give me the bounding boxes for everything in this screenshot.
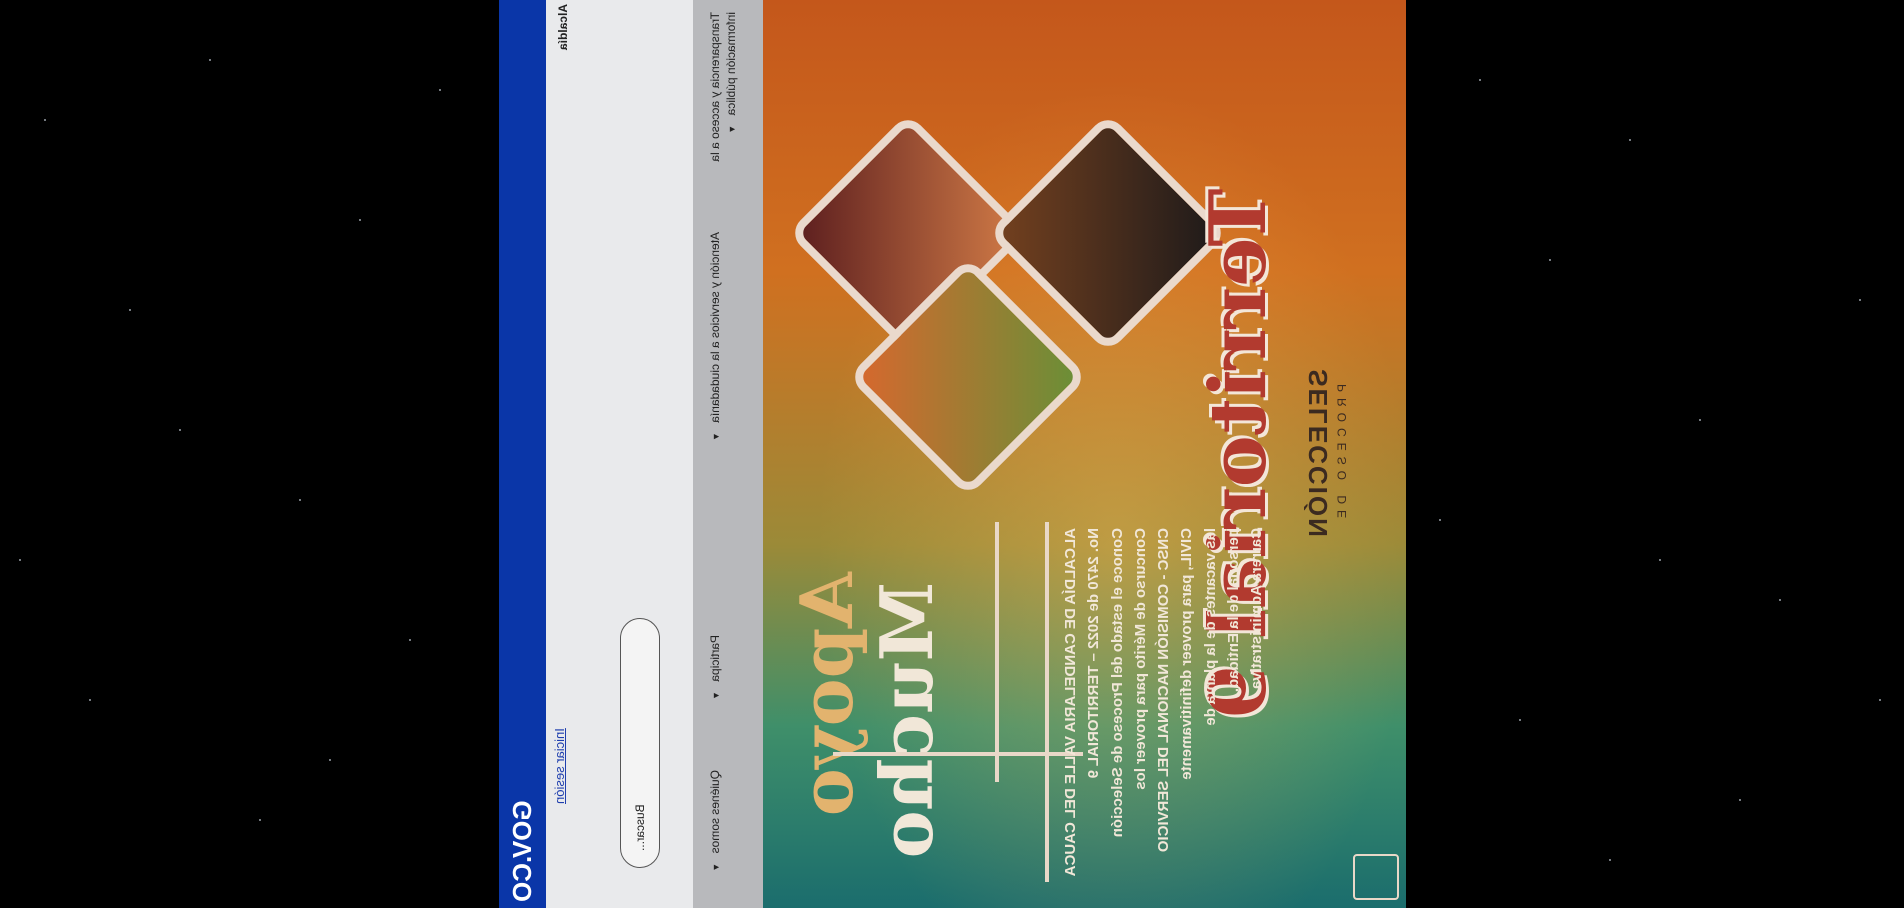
main-nav: Transparencia y acceso a la información … xyxy=(693,0,763,908)
chevron-down-icon: ▼ xyxy=(711,691,721,700)
divider xyxy=(995,522,999,782)
login-link[interactable]: Iniciar sesión xyxy=(552,728,567,804)
banner-line: No. 2470 de 2022 – TERRITORIAL 9 xyxy=(1085,528,1103,779)
chevron-down-icon: ▼ xyxy=(711,432,721,442)
browser-viewport: GOV.CO Alcaldía Iniciar sesión Buscar...… xyxy=(499,0,1406,908)
site-logo[interactable]: Alcaldía xyxy=(556,4,570,50)
banner-line: Concurso de Mérito para proveer los xyxy=(1131,528,1149,790)
nav-item-atencion[interactable]: Atención y servicios a la ciudadanía ▼ xyxy=(707,232,723,472)
banner-line: CIVIL, para proveer definitivamente xyxy=(1178,528,1196,780)
nav-item-participa[interactable]: Participa ▼ xyxy=(707,635,723,700)
divider xyxy=(1045,522,1049,882)
chevron-down-icon: ▼ xyxy=(727,124,738,134)
banner-line: Carrera Administrativa. xyxy=(1248,528,1265,694)
gov-logo[interactable]: GOV.CO xyxy=(507,800,538,902)
nav-item-transparencia[interactable]: Transparencia y acceso a la información … xyxy=(707,12,739,192)
banner-line: personal de la Entidad. xyxy=(1224,528,1242,693)
banner-text-panel: Apoyo Mucho ALCALDÍA DE CANDELARIA VALLE… xyxy=(763,512,1406,908)
gov-top-bar: GOV.CO xyxy=(499,0,546,908)
banner-line: ALCALDÍA DE CANDELARIA VALLE DEL CAUCA xyxy=(1062,528,1079,877)
site-header: Alcaldía Iniciar sesión Buscar... xyxy=(546,0,693,908)
banner-description: ALCALDÍA DE CANDELARIA VALLE DEL CAUCA N… xyxy=(1059,528,1268,898)
banner-line: Conoce el estado del Proceso de Selecció… xyxy=(1108,528,1126,838)
webpage: GOV.CO Alcaldía Iniciar sesión Buscar...… xyxy=(499,0,1406,908)
nav-item-quienes-somos[interactable]: Quiénes somos ▼ xyxy=(707,770,723,872)
banner-apoyo-line2: Mucho xyxy=(864,582,949,859)
nav-item-label: Atención y servicios a la ciudadanía xyxy=(708,232,722,423)
nav-item-label: Participa xyxy=(708,635,722,682)
hero-banner[interactable]: Territorial 9 SELECCIÓN PROCESO DE Apoyo… xyxy=(763,0,1406,908)
nav-item-label: Quiénes somos xyxy=(708,770,722,854)
search-input[interactable]: Buscar... xyxy=(620,618,660,868)
banner-line: CNSC - COMISIÓN NACIONAL DEL SERVICIO xyxy=(1155,528,1172,853)
emblem-icon xyxy=(1353,854,1399,900)
chevron-down-icon: ▼ xyxy=(711,862,721,872)
banner-apoyo-line1: Apoyo xyxy=(784,572,869,817)
nav-item-label: Transparencia y acceso a la información … xyxy=(708,12,739,162)
banner-line: las vacantes de la planta de xyxy=(1201,528,1219,726)
